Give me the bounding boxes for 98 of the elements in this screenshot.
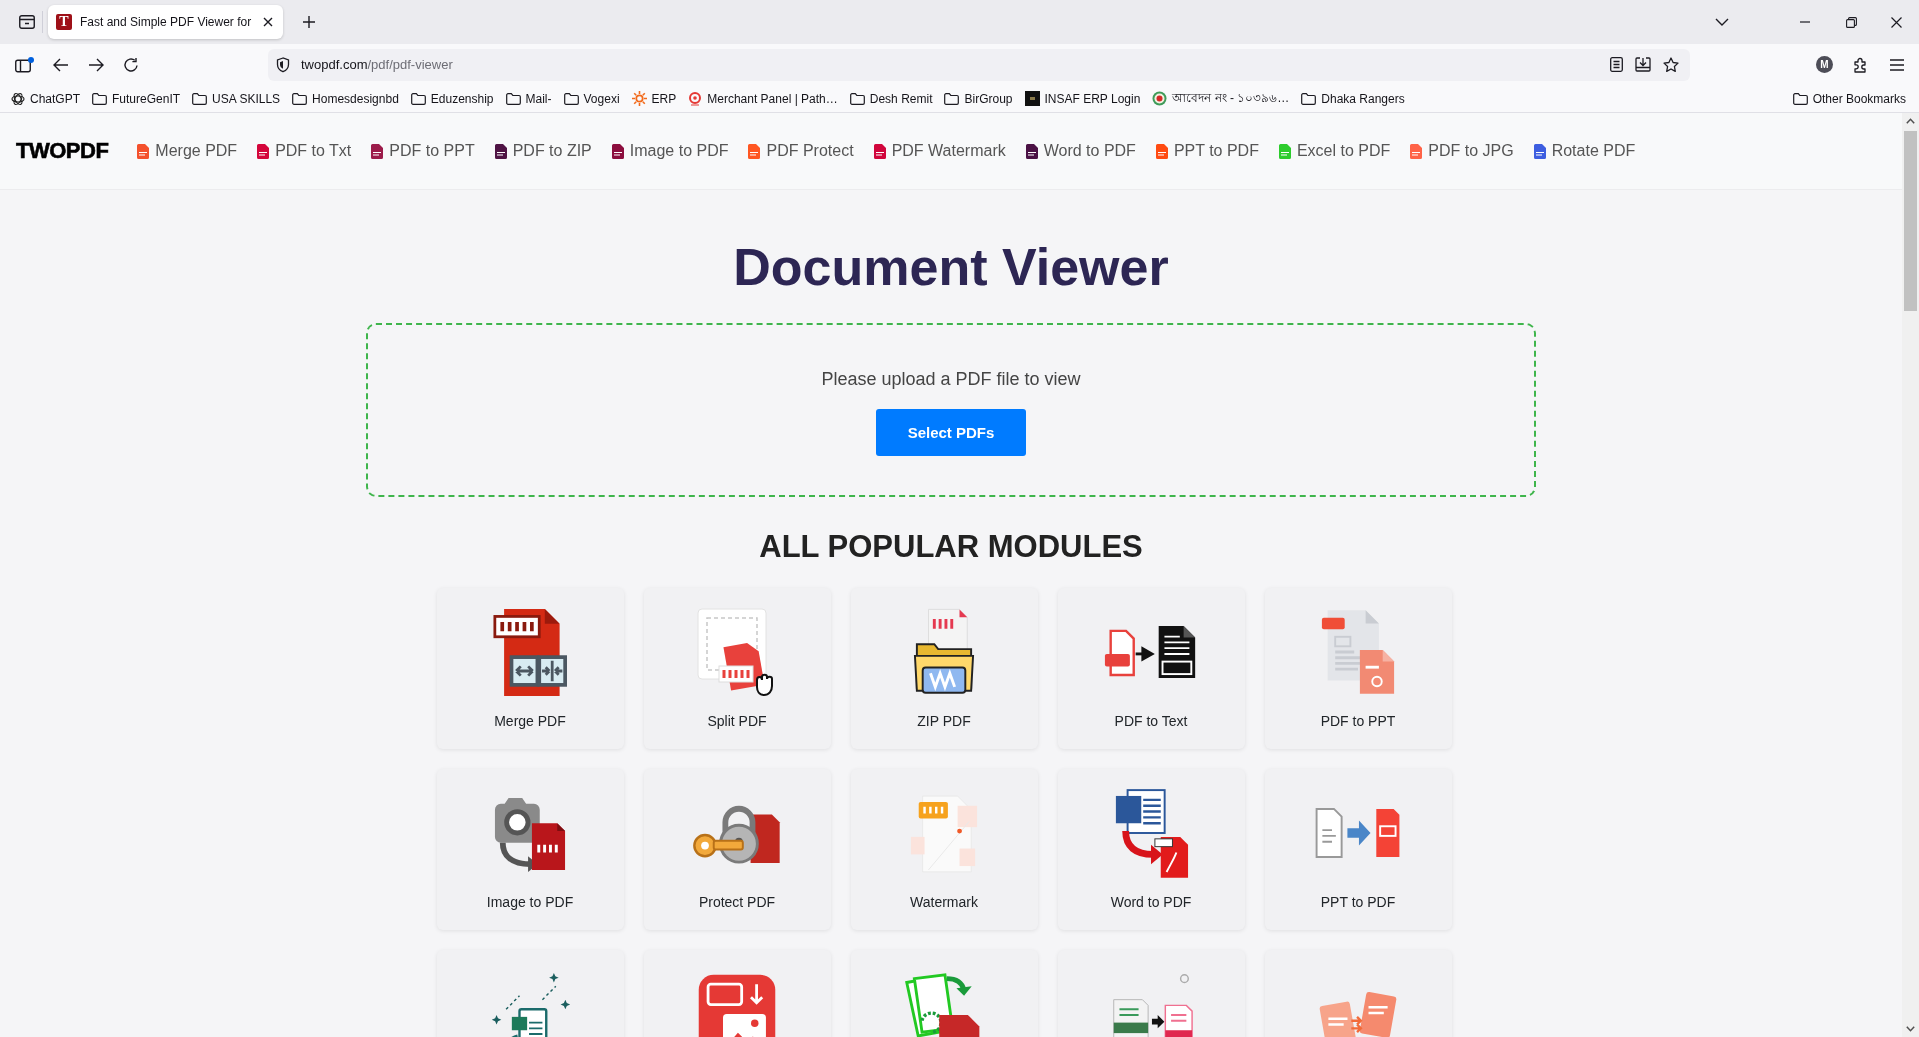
bookmark[interactable]: Vogexi — [563, 91, 620, 106]
forward-arrow-icon[interactable] — [88, 57, 104, 72]
scrollbar[interactable] — [1902, 113, 1919, 1037]
url-text[interactable]: twopdf.com/pdf/pdf-viewer — [301, 57, 453, 72]
module-label: Merge PDF — [494, 713, 566, 729]
nav-link[interactable]: Rotate PDF — [1533, 142, 1636, 160]
close-icon[interactable] — [263, 17, 274, 27]
bookmark[interactable]: Eduzenship — [410, 91, 494, 106]
section-heading: ALL POPULAR MODULES — [759, 528, 1143, 566]
shield-icon[interactable] — [276, 56, 290, 73]
module-label: PPT to PDF — [1320, 894, 1396, 910]
page-title: Document Viewer — [733, 237, 1169, 297]
knot-logo-icon — [11, 91, 25, 106]
folder-icon — [192, 92, 208, 105]
module-card[interactable]: PDF to PPT — [1264, 588, 1452, 749]
tray-download-icon[interactable] — [1635, 57, 1651, 72]
module-label: Split PDF — [707, 713, 767, 729]
module-label: ZIP PDF — [917, 713, 971, 729]
module-label: Word to PDF — [1110, 894, 1192, 910]
bookmark[interactable]: আবেদন নং - ১০৩৯৬… — [1152, 88, 1290, 109]
module-card[interactable]: PDF to Text — [1057, 588, 1245, 749]
folder-icon — [944, 92, 960, 105]
folder-icon — [1301, 92, 1317, 105]
tab-title: Fast and Simple PDF Viewer for — [80, 15, 252, 29]
bookmark[interactable]: Merchant Panel | Path… — [688, 91, 838, 106]
module-card[interactable]: Word to PDF — [1057, 769, 1245, 930]
close-icon[interactable] — [1891, 16, 1902, 28]
bookmark[interactable]: Other Bookmarks — [1792, 91, 1906, 106]
site-logo[interactable]: TWOPDF — [16, 138, 109, 164]
module-card[interactable]: Watermark — [850, 769, 1038, 930]
nav-link[interactable]: Excel to PDF — [1278, 142, 1391, 160]
upload-dropzone[interactable]: Please upload a PDF file to view Select PDFs — [366, 323, 1536, 497]
documents-icon — [1320, 608, 1396, 696]
nav-link[interactable]: PDF to JPG — [1410, 142, 1514, 160]
sidebar-icon[interactable] — [15, 56, 34, 73]
module-card[interactable]: Protect PDF — [643, 769, 831, 930]
chevron-down-icon[interactable] — [1715, 18, 1729, 26]
folder-icon — [505, 92, 521, 105]
nav-link[interactable]: PDF to Txt — [257, 142, 352, 160]
tab-list-icon[interactable] — [19, 15, 35, 29]
folder-zip-icon — [913, 607, 975, 697]
reload-icon[interactable] — [123, 56, 139, 73]
module-label: Watermark — [910, 894, 978, 910]
ring-logo-icon — [688, 91, 703, 106]
bookmark[interactable]: INSAF ERP Login — [1024, 91, 1141, 106]
bookmark[interactable]: BirGroup — [944, 91, 1013, 106]
document-arrow-icon — [1314, 807, 1402, 859]
plus-icon[interactable] — [303, 16, 316, 28]
bookmark[interactable]: Homesdesignbd — [292, 91, 399, 106]
scroll-up-icon[interactable] — [1906, 118, 1915, 124]
nav-link[interactable]: PDF to PPT — [371, 142, 475, 160]
bookmark[interactable]: Mail- — [505, 91, 552, 106]
emblem-icon — [1152, 91, 1168, 106]
module-label: Image to PDF — [486, 894, 574, 910]
sun-icon — [631, 91, 647, 106]
bookmark[interactable]: FutureGenIT — [92, 91, 181, 106]
nav-link[interactable]: PDF Protect — [748, 142, 854, 160]
module-label: Protect PDF — [698, 894, 776, 910]
bookmark[interactable]: USA SKILLS — [192, 91, 281, 106]
square-logo-icon — [1024, 91, 1040, 106]
folder-icon — [1792, 92, 1808, 105]
browser-tab[interactable]: T Fast and Simple PDF Viewer for — [48, 5, 284, 39]
nav-link[interactable]: PDF Watermark — [873, 142, 1006, 160]
nav-link[interactable]: Word to PDF — [1025, 142, 1136, 160]
address-bar[interactable]: twopdf.com/pdf/pdf-viewer — [268, 48, 1690, 81]
module-card[interactable]: PPT to PDF — [1264, 769, 1452, 930]
bookmark[interactable]: Desh Remit — [849, 91, 933, 106]
document-arrows-icon — [493, 607, 567, 697]
module-card[interactable]: Split PDF — [643, 588, 831, 749]
folder-icon — [292, 92, 308, 105]
module-card[interactable]: Merge PDF — [436, 588, 624, 749]
module-label: PDF to PPT — [1320, 713, 1396, 729]
bookmark[interactable]: Dhaka Rangers — [1301, 91, 1405, 106]
puzzle-piece-icon[interactable] — [1853, 56, 1869, 73]
nav-link[interactable]: PPT to PDF — [1155, 142, 1259, 160]
folder-icon — [563, 92, 579, 105]
restore-icon[interactable] — [1846, 16, 1857, 28]
upload-prompt: Please upload a PDF file to view — [821, 368, 1081, 390]
nav-link[interactable]: Image to PDF — [611, 142, 729, 160]
select-pdfs-button[interactable]: Select PDFs — [875, 409, 1027, 456]
scroll-down-icon[interactable] — [1906, 1026, 1915, 1032]
scrollbar-thumb[interactable] — [1904, 131, 1917, 311]
reader-view-icon[interactable] — [1610, 57, 1623, 72]
bookmark[interactable]: ChatGPT — [11, 91, 80, 106]
tab-favicon: T — [56, 14, 72, 30]
folder-icon — [92, 92, 107, 105]
module-card[interactable]: ZIP PDF — [850, 588, 1038, 749]
menu-icon[interactable] — [1889, 58, 1905, 71]
nav-link[interactable]: PDF to ZIP — [494, 142, 592, 160]
nav-link[interactable]: Merge PDF — [137, 142, 238, 160]
folder-icon — [849, 92, 865, 105]
star-icon[interactable] — [1663, 56, 1679, 73]
folder-icon — [410, 92, 426, 105]
account-button[interactable]: M — [1816, 56, 1833, 73]
back-arrow-icon[interactable] — [53, 57, 69, 72]
module-card[interactable]: Image to PDF — [436, 769, 624, 930]
module-label: PDF to Text — [1114, 713, 1188, 729]
bookmark[interactable]: ERP — [631, 91, 677, 106]
